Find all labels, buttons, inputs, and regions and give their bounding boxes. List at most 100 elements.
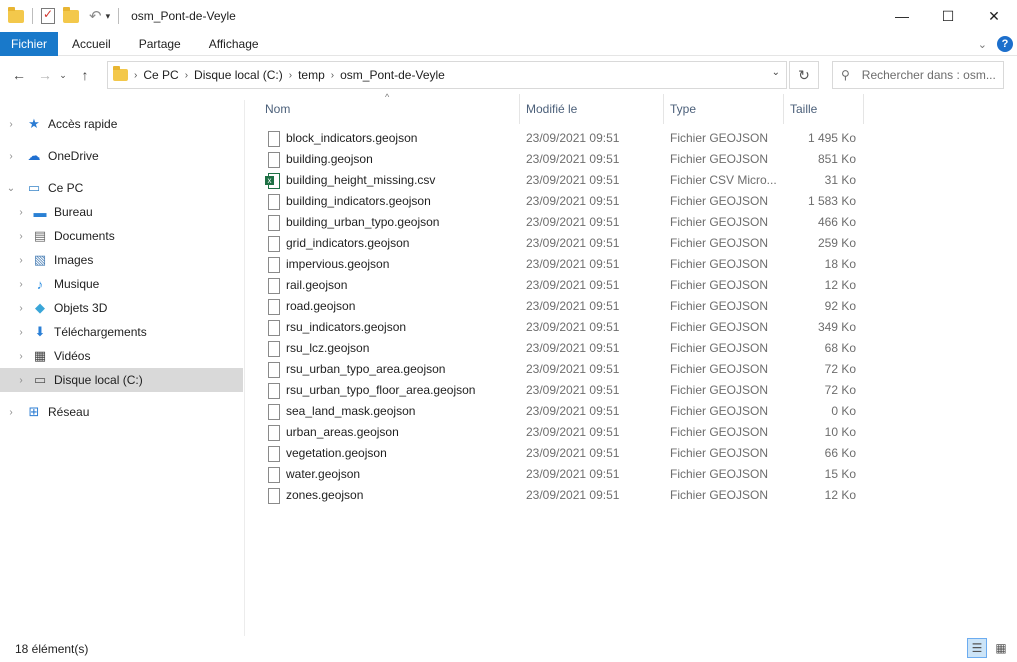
address-bar[interactable]: › Ce PC › Disque local (C:) › temp › osm… bbox=[107, 61, 787, 89]
nav-label: Bureau bbox=[54, 205, 93, 219]
expand-chevron-icon[interactable]: › bbox=[6, 151, 16, 162]
table-row[interactable]: rsu_urban_typo_floor_area.geojson 23/09/2… bbox=[262, 380, 862, 401]
expand-chevron-icon[interactable]: › bbox=[16, 231, 26, 242]
file-icon bbox=[268, 320, 280, 336]
table-row[interactable]: block_indicators.geojson 23/09/2021 09:51… bbox=[262, 128, 862, 149]
file-size: 1 583 Ko bbox=[807, 194, 856, 208]
up-button[interactable]: ↑ bbox=[74, 67, 96, 83]
breadcrumb-temp[interactable]: temp bbox=[298, 68, 325, 82]
nav-item-disque-local[interactable]: › ▭ Disque local (C:) bbox=[0, 368, 243, 392]
nav-item-ce-pc[interactable]: ⌄ ▭ Ce PC bbox=[0, 176, 243, 200]
table-row[interactable]: rsu_indicators.geojson 23/09/2021 09:51 Fi… bbox=[262, 317, 862, 338]
tab-affichage[interactable]: Affichage bbox=[195, 32, 273, 56]
table-row[interactable]: sea_land_mask.geojson 23/09/2021 09:51 Fic… bbox=[262, 401, 862, 422]
table-row[interactable]: grid_indicators.geojson 23/09/2021 09:51 F… bbox=[262, 233, 862, 254]
file-modified: 23/09/2021 09:51 bbox=[526, 215, 620, 229]
table-row[interactable]: vegetation.geojson 23/09/2021 09:51 Fichie… bbox=[262, 443, 862, 464]
nav-item-acces-rapide[interactable]: › ★ Accès rapide bbox=[0, 112, 243, 136]
large-icons-view-button[interactable]: ▦ bbox=[991, 638, 1011, 658]
table-row[interactable]: rsu_lcz.geojson 23/09/2021 09:51 Fichier G… bbox=[262, 338, 862, 359]
properties-icon[interactable] bbox=[41, 7, 55, 24]
breadcrumb-separator-icon[interactable]: › bbox=[289, 70, 292, 81]
nav-item-telechargements[interactable]: › ⬇ Téléchargements bbox=[0, 320, 243, 344]
expand-chevron-icon[interactable]: › bbox=[16, 351, 26, 362]
table-row[interactable]: road.geojson 23/09/2021 09:51 Fichier GEOJ… bbox=[262, 296, 862, 317]
breadcrumb-separator-icon[interactable]: › bbox=[331, 70, 334, 81]
maximize-button[interactable]: ☐ bbox=[925, 0, 971, 32]
table-row[interactable]: zones.geojson 23/09/2021 09:51 Fichier GEO… bbox=[262, 485, 862, 506]
file-size: 12 Ko bbox=[824, 488, 856, 502]
file-modified: 23/09/2021 09:51 bbox=[526, 278, 620, 292]
nav-item-musique[interactable]: › ♪ Musique bbox=[0, 272, 243, 296]
tab-fichier[interactable]: Fichier bbox=[0, 31, 58, 56]
expand-ribbon-icon[interactable]: ⌄ bbox=[978, 38, 987, 51]
file-type: Fichier GEOJSON bbox=[670, 341, 769, 355]
table-row[interactable]: rsu_urban_typo_area.geojson 23/09/2021 09… bbox=[262, 359, 862, 380]
address-history-chevron-icon[interactable]: ⌄ bbox=[772, 67, 780, 78]
table-row[interactable]: impervious.geojson 23/09/2021 09:51 Fichie… bbox=[262, 254, 862, 275]
help-icon[interactable]: ? bbox=[997, 36, 1013, 52]
expand-chevron-icon[interactable]: › bbox=[16, 375, 26, 386]
minimize-button[interactable]: — bbox=[879, 0, 925, 32]
table-row[interactable]: building.geojson 23/09/2021 09:51 Fichier … bbox=[262, 149, 862, 170]
nav-item-bureau[interactable]: › ▬ Bureau bbox=[0, 200, 243, 224]
file-size: 10 Ko bbox=[824, 425, 856, 439]
folder-icon bbox=[8, 6, 24, 23]
drive-icon: ▭ bbox=[33, 372, 47, 387]
divider bbox=[32, 8, 33, 24]
expand-chevron-icon[interactable]: › bbox=[6, 119, 16, 130]
breadcrumb-disque-local[interactable]: Disque local (C:) bbox=[194, 68, 283, 82]
file-icon bbox=[268, 194, 280, 210]
file-name: road.geojson bbox=[286, 299, 356, 313]
recent-locations-chevron-icon[interactable]: ⌄ bbox=[56, 70, 70, 81]
details-view-button[interactable]: ☰ bbox=[967, 638, 987, 658]
expand-chevron-icon[interactable]: › bbox=[16, 207, 26, 218]
file-name: vegetation.geojson bbox=[286, 446, 387, 460]
nav-item-objets-3d[interactable]: › ◆ Objets 3D bbox=[0, 296, 243, 320]
expand-chevron-icon[interactable]: › bbox=[16, 327, 26, 338]
breadcrumb-current-folder[interactable]: osm_Pont-de-Veyle bbox=[340, 68, 445, 82]
nav-item-images[interactable]: › ▧ Images bbox=[0, 248, 243, 272]
close-button[interactable]: ✕ bbox=[971, 0, 1017, 32]
file-size: 66 Ko bbox=[824, 446, 856, 460]
breadcrumb-separator-icon[interactable]: › bbox=[134, 70, 137, 81]
expand-chevron-icon[interactable]: › bbox=[16, 255, 26, 266]
customize-toolbar-chevron-icon[interactable]: ▾ bbox=[106, 11, 111, 22]
column-header-modified[interactable]: Modifié le bbox=[520, 94, 664, 124]
nav-item-onedrive[interactable]: › ☁ OneDrive bbox=[0, 144, 243, 168]
file-modified: 23/09/2021 09:51 bbox=[526, 488, 620, 502]
back-button[interactable]: ← bbox=[8, 67, 30, 83]
column-header-size[interactable]: Taille bbox=[784, 94, 864, 124]
file-size: 72 Ko bbox=[824, 362, 856, 376]
column-header-name[interactable]: Nom bbox=[246, 94, 520, 124]
nav-item-reseau[interactable]: › ⊞ Réseau bbox=[0, 400, 243, 424]
nav-item-documents[interactable]: › ▤ Documents bbox=[0, 224, 243, 248]
collapse-chevron-icon[interactable]: ⌄ bbox=[6, 183, 16, 194]
file-name: urban_areas.geojson bbox=[286, 425, 399, 439]
breadcrumb-separator-icon[interactable]: › bbox=[185, 70, 188, 81]
table-row[interactable]: urban_areas.geojson 23/09/2021 09:51 Fichi… bbox=[262, 422, 862, 443]
table-row[interactable]: building_indicators.geojson 23/09/2021 09… bbox=[262, 191, 862, 212]
table-row[interactable]: rail.geojson 23/09/2021 09:51 Fichier GEOJ… bbox=[262, 275, 862, 296]
new-folder-icon[interactable] bbox=[63, 6, 79, 23]
search-input[interactable]: ⚲ Rechercher dans : osm... bbox=[832, 61, 1004, 89]
excel-file-icon bbox=[265, 173, 280, 189]
expand-chevron-icon[interactable]: › bbox=[6, 407, 16, 418]
table-row[interactable]: building_urban_typo.geojson 23/09/2021 09… bbox=[262, 212, 862, 233]
documents-icon: ▤ bbox=[33, 228, 47, 243]
expand-chevron-icon[interactable]: › bbox=[16, 279, 26, 290]
tab-partage[interactable]: Partage bbox=[125, 32, 195, 56]
expand-chevron-icon[interactable]: › bbox=[16, 303, 26, 314]
refresh-button[interactable]: ↻ bbox=[789, 61, 819, 89]
forward-button[interactable]: → bbox=[34, 67, 56, 83]
breadcrumb-ce-pc[interactable]: Ce PC bbox=[143, 68, 178, 82]
tab-accueil[interactable]: Accueil bbox=[58, 32, 125, 56]
file-type: Fichier GEOJSON bbox=[670, 467, 769, 481]
file-icon bbox=[268, 341, 280, 357]
column-header-type[interactable]: Type bbox=[664, 94, 784, 124]
file-icon bbox=[268, 299, 280, 315]
table-row[interactable]: building_height_missing.csv 23/09/2021 09… bbox=[262, 170, 862, 191]
nav-item-videos[interactable]: › ▦ Vidéos bbox=[0, 344, 243, 368]
undo-icon[interactable]: ↶ bbox=[89, 7, 102, 25]
table-row[interactable]: water.geojson 23/09/2021 09:51 Fichier GEO… bbox=[262, 464, 862, 485]
